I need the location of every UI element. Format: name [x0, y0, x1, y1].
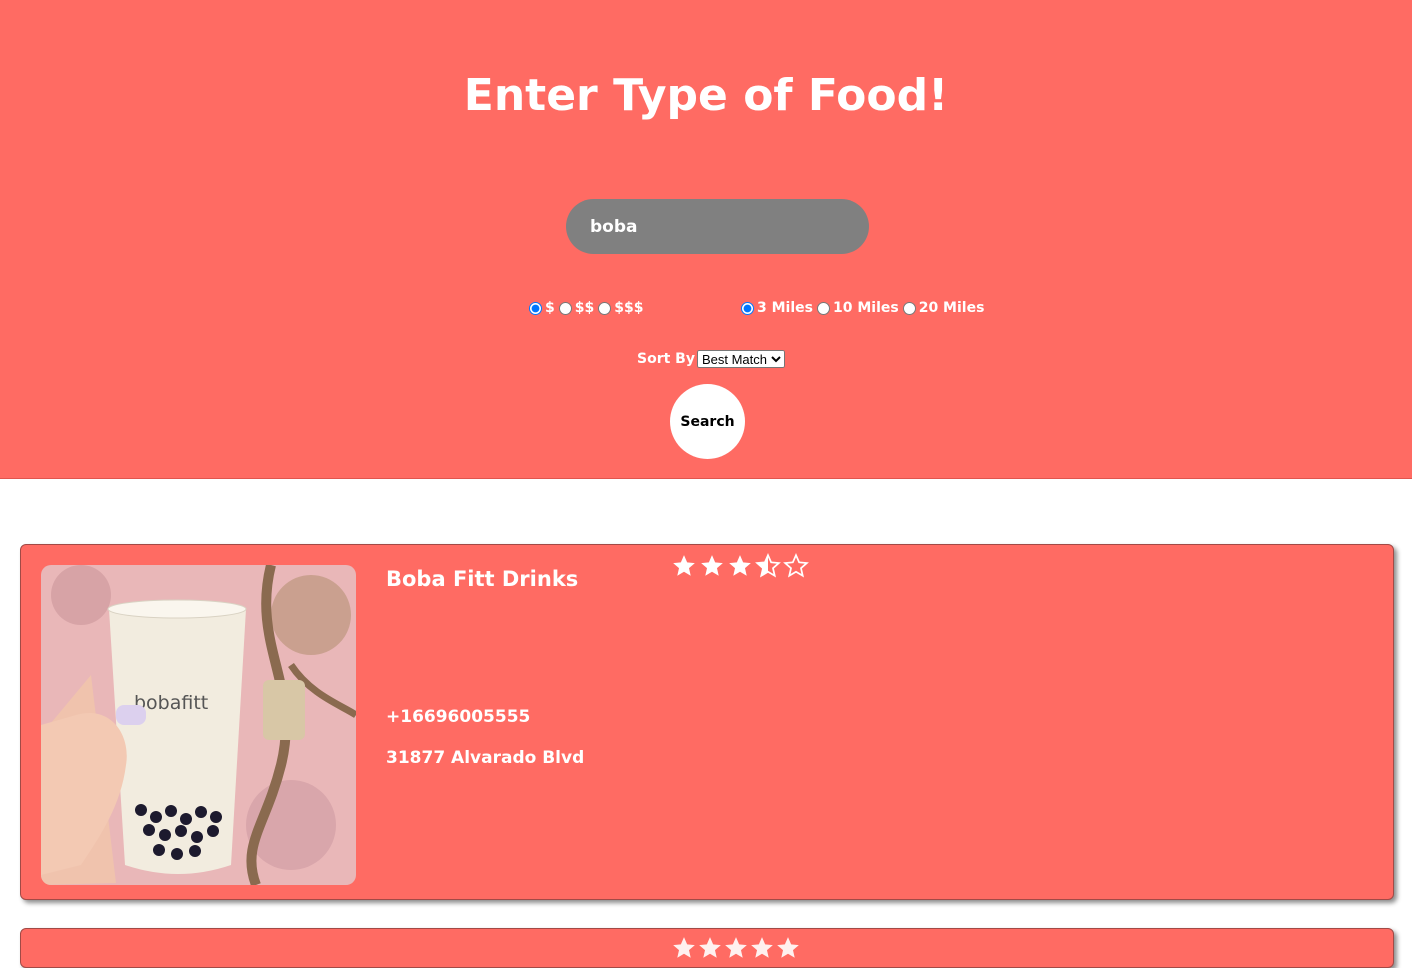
star-full-icon [701, 555, 723, 576]
price-option-3[interactable]: $$$ [598, 300, 643, 316]
sort-label: Sort By [637, 351, 695, 367]
rating-stars [671, 935, 801, 961]
sort-control: Sort By Best Match [637, 350, 785, 368]
boba-drink-image: bobafitt [41, 565, 356, 885]
star-full-icon [699, 937, 721, 958]
distance-option-3[interactable]: 3 Miles [741, 300, 813, 316]
price-radio-2[interactable] [558, 301, 572, 315]
business-photo: bobafitt [41, 565, 356, 885]
distance-option-10[interactable]: 10 Miles [816, 300, 899, 316]
distance-radio-10[interactable] [816, 301, 830, 315]
result-card[interactable] [20, 928, 1394, 968]
star-full-icon [673, 937, 695, 958]
star-full-icon [751, 937, 773, 958]
result-card[interactable]: bobafitt Boba Fitt Drinks +16696005555 3… [20, 544, 1394, 900]
price-radio-3[interactable] [598, 301, 612, 315]
search-header: Enter Type of Food! $ $$ $$$ 3 Miles 10 … [0, 0, 1412, 479]
price-option-2[interactable]: $$ [558, 300, 594, 316]
star-full-icon [673, 555, 695, 576]
business-address: 31877 Alvarado Blvd [386, 748, 585, 768]
star-half-icon [755, 553, 781, 578]
price-radio-1[interactable] [529, 301, 542, 315]
distance-option-20[interactable]: 20 Miles [902, 300, 984, 316]
star-full-icon [725, 937, 747, 958]
search-button[interactable]: Search [670, 384, 745, 459]
star-empty-icon [783, 553, 809, 578]
food-search-input[interactable] [566, 199, 869, 254]
distance-radio-3[interactable] [741, 301, 754, 315]
business-name[interactable]: Boba Fitt Drinks [386, 567, 578, 591]
business-phone[interactable]: +16696005555 [386, 707, 530, 727]
price-option-1[interactable]: $ [529, 300, 555, 316]
star-full-icon [777, 937, 799, 958]
sort-select[interactable]: Best Match [696, 350, 785, 368]
rating-stars [671, 553, 811, 579]
page-title: Enter Type of Food! [463, 70, 949, 121]
distance-radio-20[interactable] [902, 301, 916, 315]
distance-filter: 3 Miles 10 Miles 20 Miles [741, 300, 988, 316]
price-filter: $ $$ $$$ [529, 300, 647, 316]
star-full-icon [729, 555, 751, 576]
